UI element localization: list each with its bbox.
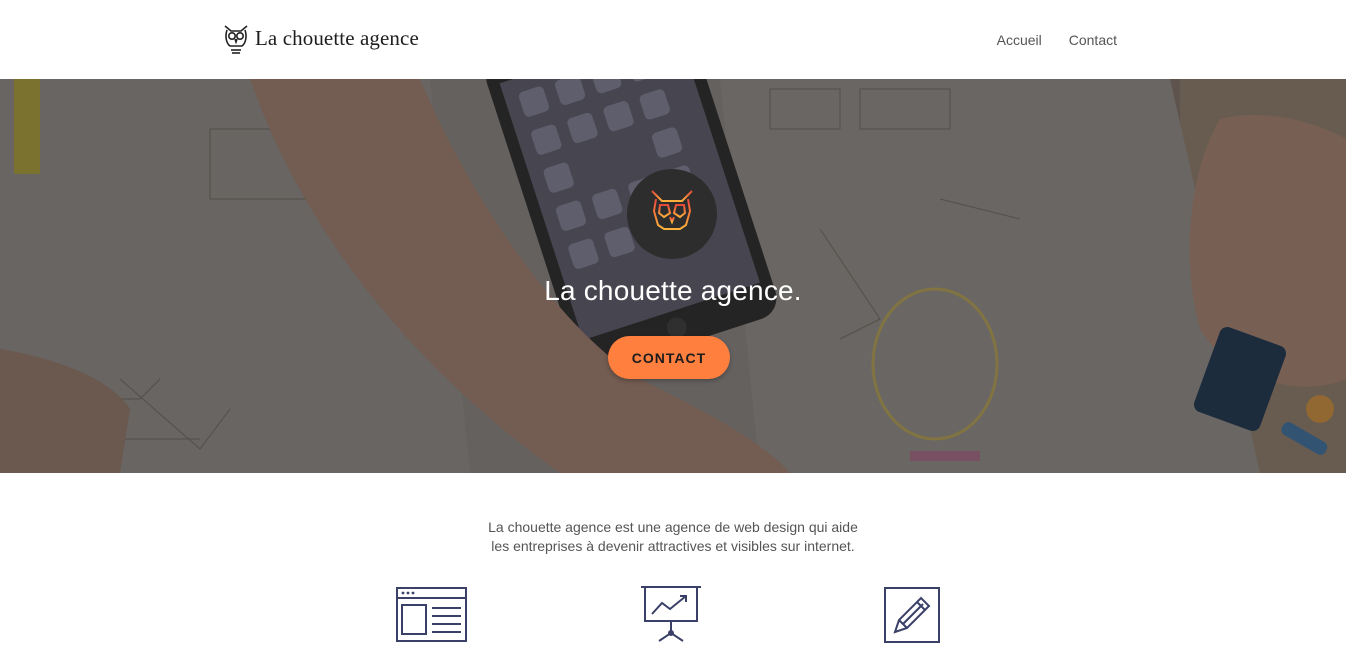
intro-section: La chouette agence est une agence de web… — [0, 518, 1346, 556]
presentation-chart-icon — [641, 586, 701, 642]
pencil-edit-icon — [884, 587, 940, 643]
logo-text: La chouette agence — [255, 25, 419, 50]
intro-line-2: les entreprises à devenir attractives et… — [491, 538, 855, 554]
owl-icon — [651, 190, 693, 239]
hero-section: La chouette agence. CONTACT — [0, 79, 1346, 473]
site-header: La chouette agence Accueil Contact — [0, 0, 1346, 79]
hero-title: La chouette agence. — [544, 275, 802, 306]
browser-window-icon — [396, 587, 467, 642]
intro-line-1: La chouette agence est une agence de web… — [488, 519, 858, 535]
nav-item-accueil[interactable]: Accueil — [997, 32, 1042, 48]
logo[interactable]: La chouette agence — [222, 22, 419, 54]
contact-button[interactable]: CONTACT — [608, 336, 730, 379]
owl-icon — [224, 25, 248, 54]
main-nav: Accueil Contact — [970, 32, 1117, 48]
nav-item-contact[interactable]: Contact — [1069, 32, 1117, 48]
hero-logo-badge — [627, 169, 717, 259]
